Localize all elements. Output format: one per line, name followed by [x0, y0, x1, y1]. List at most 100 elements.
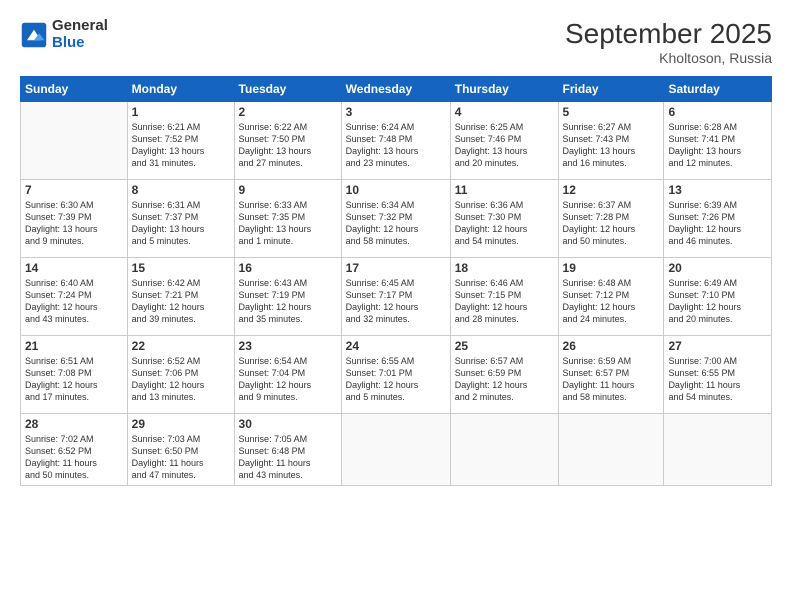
calendar-cell: 8 Sunrise: 6:31 AMSunset: 7:37 PMDaylight…: [127, 180, 234, 258]
day-number: 15: [132, 261, 230, 275]
day-number: 28: [25, 417, 123, 431]
day-info: Sunrise: 6:37 AMSunset: 7:28 PMDaylight:…: [563, 199, 660, 248]
calendar-cell: 15 Sunrise: 6:42 AMSunset: 7:21 PMDayligh…: [127, 258, 234, 336]
day-number: 3: [346, 105, 446, 119]
logo-blue-text: Blue: [52, 35, 108, 52]
logo-icon: [20, 21, 48, 49]
day-info: Sunrise: 6:21 AMSunset: 7:52 PMDaylight:…: [132, 121, 230, 170]
calendar-cell: 5 Sunrise: 6:27 AMSunset: 7:43 PMDaylight…: [558, 102, 664, 180]
calendar-cell: 20 Sunrise: 6:49 AMSunset: 7:10 PMDayligh…: [664, 258, 772, 336]
day-number: 22: [132, 339, 230, 353]
day-info: Sunrise: 6:46 AMSunset: 7:15 PMDaylight:…: [455, 277, 554, 326]
day-info: Sunrise: 6:52 AMSunset: 7:06 PMDaylight:…: [132, 355, 230, 404]
col-friday: Friday: [558, 77, 664, 102]
calendar-cell: 17 Sunrise: 6:45 AMSunset: 7:17 PMDayligh…: [341, 258, 450, 336]
day-info: Sunrise: 7:05 AMSunset: 6:48 PMDaylight:…: [239, 433, 337, 482]
calendar-cell: 21 Sunrise: 6:51 AMSunset: 7:08 PMDayligh…: [21, 336, 128, 414]
calendar-cell: 13Sunrise: 6:39 AMSunset: 7:26 PMDayligh…: [664, 180, 772, 258]
day-info: Sunrise: 6:40 AMSunset: 7:24 PMDaylight:…: [25, 277, 123, 326]
col-wednesday: Wednesday: [341, 77, 450, 102]
calendar-cell: [341, 414, 450, 486]
day-number: 8: [132, 183, 230, 197]
day-info: Sunrise: 6:49 AMSunset: 7:10 PMDaylight:…: [668, 277, 767, 326]
day-number: 20: [668, 261, 767, 275]
day-info: Sunrise: 7:02 AMSunset: 6:52 PMDaylight:…: [25, 433, 123, 482]
logo-general-text: General: [52, 18, 108, 35]
day-number: 11: [455, 183, 554, 197]
calendar-cell: 11 Sunrise: 6:36 AMSunset: 7:30 PMDayligh…: [450, 180, 558, 258]
day-number: 18: [455, 261, 554, 275]
col-tuesday: Tuesday: [234, 77, 341, 102]
calendar-cell: 28 Sunrise: 7:02 AMSunset: 6:52 PMDayligh…: [21, 414, 128, 486]
location-text: Kholtoson, Russia: [565, 50, 772, 66]
calendar-cell: 24 Sunrise: 6:55 AMSunset: 7:01 PMDayligh…: [341, 336, 450, 414]
calendar-cell: 14 Sunrise: 6:40 AMSunset: 7:24 PMDayligh…: [21, 258, 128, 336]
day-number: 17: [346, 261, 446, 275]
logo: General Blue: [20, 18, 108, 51]
day-info: Sunrise: 6:57 AMSunset: 6:59 PMDaylight:…: [455, 355, 554, 404]
day-info: Sunrise: 6:33 AMSunset: 7:35 PMDaylight:…: [239, 199, 337, 248]
calendar-cell: 29 Sunrise: 7:03 AMSunset: 6:50 PMDayligh…: [127, 414, 234, 486]
day-number: 1: [132, 105, 230, 119]
day-info: Sunrise: 6:34 AMSunset: 7:32 PMDaylight:…: [346, 199, 446, 248]
day-info: Sunrise: 6:28 AMSunset: 7:41 PMDaylight:…: [668, 121, 767, 170]
day-info: Sunrise: 6:24 AMSunset: 7:48 PMDaylight:…: [346, 121, 446, 170]
calendar-cell: 27 Sunrise: 7:00 AMSunset: 6:55 PMDayligh…: [664, 336, 772, 414]
day-info: Sunrise: 6:25 AMSunset: 7:46 PMDaylight:…: [455, 121, 554, 170]
calendar-cell: [21, 102, 128, 180]
title-block: September 2025 Kholtoson, Russia: [565, 18, 772, 66]
day-number: 23: [239, 339, 337, 353]
calendar-cell: 16 Sunrise: 6:43 AMSunset: 7:19 PMDayligh…: [234, 258, 341, 336]
day-info: Sunrise: 7:03 AMSunset: 6:50 PMDaylight:…: [132, 433, 230, 482]
day-number: 14: [25, 261, 123, 275]
day-number: 10: [346, 183, 446, 197]
calendar-cell: 3 Sunrise: 6:24 AMSunset: 7:48 PMDaylight…: [341, 102, 450, 180]
calendar-cell: 1 Sunrise: 6:21 AMSunset: 7:52 PMDaylight…: [127, 102, 234, 180]
day-info: Sunrise: 7:00 AMSunset: 6:55 PMDaylight:…: [668, 355, 767, 404]
month-title: September 2025: [565, 18, 772, 50]
col-monday: Monday: [127, 77, 234, 102]
day-number: 4: [455, 105, 554, 119]
day-info: Sunrise: 6:59 AMSunset: 6:57 PMDaylight:…: [563, 355, 660, 404]
calendar-cell: 30Sunrise: 7:05 AMSunset: 6:48 PMDayligh…: [234, 414, 341, 486]
day-number: 12: [563, 183, 660, 197]
day-info: Sunrise: 6:27 AMSunset: 7:43 PMDaylight:…: [563, 121, 660, 170]
day-number: 24: [346, 339, 446, 353]
calendar-cell: 22 Sunrise: 6:52 AMSunset: 7:06 PMDayligh…: [127, 336, 234, 414]
day-info: Sunrise: 6:48 AMSunset: 7:12 PMDaylight:…: [563, 277, 660, 326]
col-thursday: Thursday: [450, 77, 558, 102]
day-number: 6: [668, 105, 767, 119]
day-number: 26: [563, 339, 660, 353]
calendar-cell: [450, 414, 558, 486]
calendar-cell: [664, 414, 772, 486]
calendar-cell: [558, 414, 664, 486]
day-number: 5: [563, 105, 660, 119]
day-number: 9: [239, 183, 337, 197]
calendar-cell: 7 Sunrise: 6:30 AMSunset: 7:39 PMDaylight…: [21, 180, 128, 258]
day-number: 25: [455, 339, 554, 353]
day-number: 7: [25, 183, 123, 197]
col-sunday: Sunday: [21, 77, 128, 102]
day-number: 29: [132, 417, 230, 431]
calendar-cell: 19Sunrise: 6:48 AMSunset: 7:12 PMDayligh…: [558, 258, 664, 336]
calendar-cell: 25 Sunrise: 6:57 AMSunset: 6:59 PMDayligh…: [450, 336, 558, 414]
day-info: Sunrise: 6:43 AMSunset: 7:19 PMDaylight:…: [239, 277, 337, 326]
day-info: Sunrise: 6:31 AMSunset: 7:37 PMDaylight:…: [132, 199, 230, 248]
day-info: Sunrise: 6:55 AMSunset: 7:01 PMDaylight:…: [346, 355, 446, 404]
calendar-table: Sunday Monday Tuesday Wednesday Thursday…: [20, 76, 772, 486]
calendar-cell: 6 Sunrise: 6:28 AMSunset: 7:41 PMDaylight…: [664, 102, 772, 180]
calendar-cell: 4 Sunrise: 6:25 AMSunset: 7:46 PMDaylight…: [450, 102, 558, 180]
day-info: Sunrise: 6:51 AMSunset: 7:08 PMDaylight:…: [25, 355, 123, 404]
day-number: 27: [668, 339, 767, 353]
calendar-cell: 23Sunrise: 6:54 AMSunset: 7:04 PMDayligh…: [234, 336, 341, 414]
day-info: Sunrise: 6:30 AMSunset: 7:39 PMDaylight:…: [25, 199, 123, 248]
day-info: Sunrise: 6:36 AMSunset: 7:30 PMDaylight:…: [455, 199, 554, 248]
day-number: 13: [668, 183, 767, 197]
day-info: Sunrise: 6:42 AMSunset: 7:21 PMDaylight:…: [132, 277, 230, 326]
day-info: Sunrise: 6:22 AMSunset: 7:50 PMDaylight:…: [239, 121, 337, 170]
day-number: 16: [239, 261, 337, 275]
calendar-cell: 12 Sunrise: 6:37 AMSunset: 7:28 PMDayligh…: [558, 180, 664, 258]
day-number: 21: [25, 339, 123, 353]
calendar-header-row: Sunday Monday Tuesday Wednesday Thursday…: [21, 77, 772, 102]
day-info: Sunrise: 6:45 AMSunset: 7:17 PMDaylight:…: [346, 277, 446, 326]
